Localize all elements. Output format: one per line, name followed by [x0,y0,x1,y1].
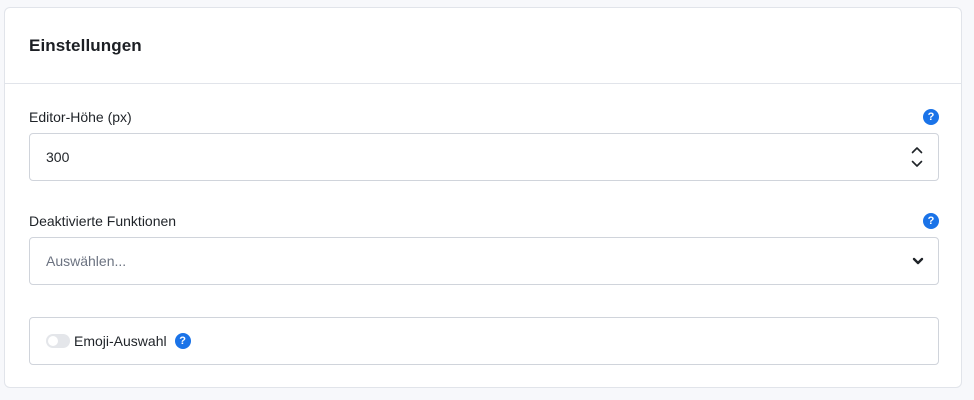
disabled-features-label-row: Deaktivierte Funktionen ? [29,211,939,231]
editor-height-label-row: Editor-Höhe (px) ? [29,107,939,127]
emoji-picker-toggle[interactable] [46,334,70,348]
emoji-picker-row: Emoji-Auswahl ? [29,317,939,365]
settings-card: Einstellungen Editor-Höhe (px) ? 300 Dea… [4,7,962,388]
disabled-features-label: Deaktivierte Funktionen [29,213,177,229]
editor-height-stepper[interactable] [910,146,924,168]
emoji-picker-label[interactable]: Emoji-Auswahl [74,333,167,349]
question-circle-icon[interactable]: ? [174,333,191,349]
disabled-features-placeholder[interactable]: Auswählen... [46,253,912,269]
chevron-down-icon[interactable] [911,160,923,168]
card-header: Einstellungen [5,8,961,84]
question-circle-icon[interactable]: ? [923,109,939,125]
disabled-features-select[interactable]: Auswählen... [29,237,939,285]
page-title: Einstellungen [29,35,142,55]
question-circle-icon[interactable]: ? [923,213,939,229]
chevron-down-icon[interactable] [912,257,924,265]
editor-height-value[interactable]: 300 [46,149,910,165]
toggle-knob [48,336,58,346]
editor-height-input[interactable]: 300 [29,133,939,181]
chevron-up-icon[interactable] [911,146,923,154]
editor-height-label: Editor-Höhe (px) [29,109,132,125]
